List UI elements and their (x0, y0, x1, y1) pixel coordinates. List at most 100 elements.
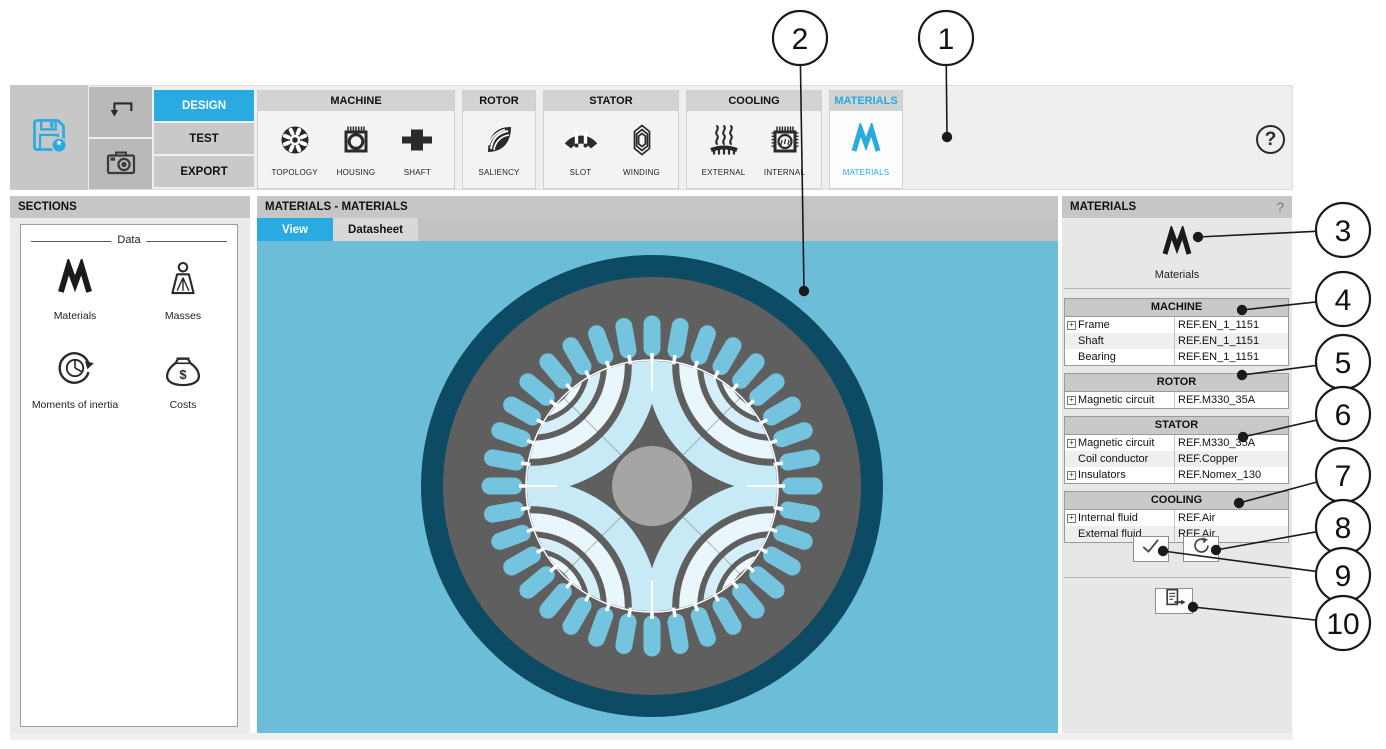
callout-number: 1 (938, 23, 955, 56)
svg-text:*: * (57, 138, 62, 152)
toolbar-group-machine: MACHINETOPOLOGYHOUSINGSHAFT (257, 90, 455, 189)
inertia-icon (55, 348, 95, 393)
callout-circle (1316, 448, 1370, 502)
table-row[interactable]: Bearing REF.EN_1_1151 (1065, 349, 1288, 365)
table-header: ROTOR (1065, 374, 1288, 392)
callout-circle (1316, 548, 1370, 602)
tab-view[interactable]: View (257, 218, 333, 241)
table-row[interactable]: +FrameREF.EN_1_1151 (1065, 317, 1288, 333)
row-value[interactable]: REF.EN_1_1151 (1175, 333, 1288, 349)
tab-datasheet[interactable]: Datasheet (333, 218, 418, 241)
section-item-label: Costs (170, 399, 197, 411)
expand-icon[interactable]: + (1067, 471, 1076, 480)
table-row[interactable]: +InsulatorsREF.Nomex_130 (1065, 467, 1288, 483)
section-item-moments-of-inertia[interactable]: Moments of inertia (21, 348, 129, 411)
callout-circle (919, 11, 973, 65)
table-header: STATOR (1065, 417, 1288, 435)
page-title: MATERIALS - MATERIALS (257, 196, 1058, 218)
toolbar-group-body: MATERIALS (830, 111, 902, 188)
callout-circle (1316, 387, 1370, 441)
toolbar-group-label: STATOR (544, 91, 678, 111)
row-label: Shaft (1078, 333, 1104, 349)
expand-icon[interactable]: + (1067, 439, 1076, 448)
toolbar-item-saliency[interactable]: SALIENCY (469, 123, 529, 177)
section-item-costs[interactable]: $ Costs (129, 348, 237, 411)
inspector-tables: MACHINE+FrameREF.EN_1_1151ShaftREF.EN_1_… (1064, 298, 1289, 550)
row-value[interactable]: REF.EN_1_1151 (1175, 317, 1288, 333)
inspector-panel: Materials MACHINE+FrameREF.EN_1_1151Shaf… (1062, 218, 1292, 733)
toolbar-group-cooling: COOLINGEXTERNAL INTERNAL (686, 90, 822, 189)
mode-tab-test[interactable]: TEST (154, 123, 254, 154)
toolbar-item-label: SLOT (570, 168, 592, 177)
toolbar-item-internal[interactable]: INTERNAL (754, 123, 815, 177)
section-item-label: Moments of inertia (32, 399, 118, 411)
shaft-icon (400, 123, 434, 162)
reset-icon (1190, 535, 1213, 563)
toolbar-item-slot[interactable]: SLOT (550, 123, 611, 177)
expand-icon[interactable]: + (1067, 514, 1076, 523)
reset-button[interactable] (1183, 536, 1219, 562)
table-row[interactable]: +Internal fluid REF.Air (1065, 510, 1288, 526)
callout-circle (1316, 272, 1370, 326)
winding-icon (625, 123, 659, 162)
toolbar-item-materials[interactable]: MATERIALS (836, 123, 896, 177)
toolbar-item-topology[interactable]: TOPOLOGY (264, 123, 325, 177)
toolbar-item-label: INTERNAL (764, 168, 805, 177)
row-value[interactable]: REF.EN_1_1151 (1175, 349, 1288, 365)
save-project-button[interactable]: * (10, 85, 88, 190)
table-row[interactable]: Coil conductorREF.Copper (1065, 451, 1288, 467)
motor-viewport[interactable] (257, 241, 1058, 733)
row-label: Internal fluid (1078, 510, 1138, 526)
floppy-save-icon: * (30, 116, 68, 159)
screenshot-button[interactable] (89, 139, 152, 189)
toolbar-item-external[interactable]: EXTERNAL (693, 123, 754, 177)
row-value[interactable]: REF.M330_35A (1175, 392, 1288, 408)
table-row[interactable]: External fluidREF.Air (1065, 526, 1288, 542)
inspector-icon-label: Materials (1155, 269, 1200, 281)
data-group-box: Data Materials Masses Moments of inertia… (20, 224, 238, 727)
inspector-table-rotor: ROTOR+Magnetic circuitREF.M330_35A (1064, 373, 1289, 409)
toolbar-group-body: SALIENCY (463, 111, 535, 188)
sections-grid: Materials Masses Moments of inertia $ Cos… (21, 259, 237, 411)
undo-button[interactable] (89, 87, 152, 137)
callout-circle (1316, 500, 1370, 554)
callout-number: 9 (1335, 560, 1352, 593)
row-label-cell: +Insulators (1065, 467, 1175, 483)
table-row[interactable]: Shaft REF.EN_1_1151 (1065, 333, 1288, 349)
row-label-cell: Shaft (1065, 333, 1175, 349)
row-label-cell: +Frame (1065, 317, 1175, 333)
row-label: Bearing (1078, 349, 1116, 365)
toolbar-item-winding[interactable]: WINDING (611, 123, 672, 177)
expand-icon[interactable]: + (1067, 396, 1076, 405)
inspector-title: MATERIALS (1070, 196, 1136, 218)
row-value[interactable]: REF.Air (1175, 510, 1288, 526)
help-icon[interactable]: ? (1256, 125, 1285, 154)
apply-button[interactable] (1133, 536, 1169, 562)
table-row[interactable]: +Magnetic circuitREF.M330_35A (1065, 435, 1288, 451)
export-report-button[interactable] (1155, 588, 1193, 614)
toolbar-item-label: SHAFT (404, 168, 431, 177)
expand-icon[interactable]: + (1067, 321, 1076, 330)
inspector-icon-block: Materials (1062, 226, 1292, 281)
callout-number: 2 (792, 23, 809, 56)
inspector-help-icon[interactable]: ? (1276, 196, 1284, 218)
mode-tab-design[interactable]: DESIGN (154, 90, 254, 121)
row-label-cell: +Magnetic circuit (1065, 435, 1175, 451)
section-item-label: Materials (54, 310, 97, 322)
masses-icon (163, 259, 203, 304)
toolbar-group-label: ROTOR (463, 91, 535, 111)
toolbar-item-label: MATERIALS (843, 168, 890, 177)
mode-tab-export[interactable]: EXPORT (154, 156, 254, 187)
toolbar-item-shaft[interactable]: SHAFT (387, 123, 448, 177)
section-item-masses[interactable]: Masses (129, 259, 237, 322)
row-value[interactable]: REF.Copper (1175, 451, 1288, 467)
row-value[interactable]: REF.Nomex_130 (1175, 467, 1288, 483)
costs-icon: $ (163, 348, 203, 393)
check-icon (1139, 535, 1163, 564)
toolbar-item-housing[interactable]: HOUSING (325, 123, 386, 177)
toolbar-group-body: EXTERNAL INTERNAL (687, 111, 821, 188)
materials-icon (55, 259, 95, 304)
section-item-materials[interactable]: Materials (21, 259, 129, 322)
table-row[interactable]: +Magnetic circuitREF.M330_35A (1065, 392, 1288, 408)
row-value[interactable]: REF.M330_35A (1175, 435, 1288, 451)
